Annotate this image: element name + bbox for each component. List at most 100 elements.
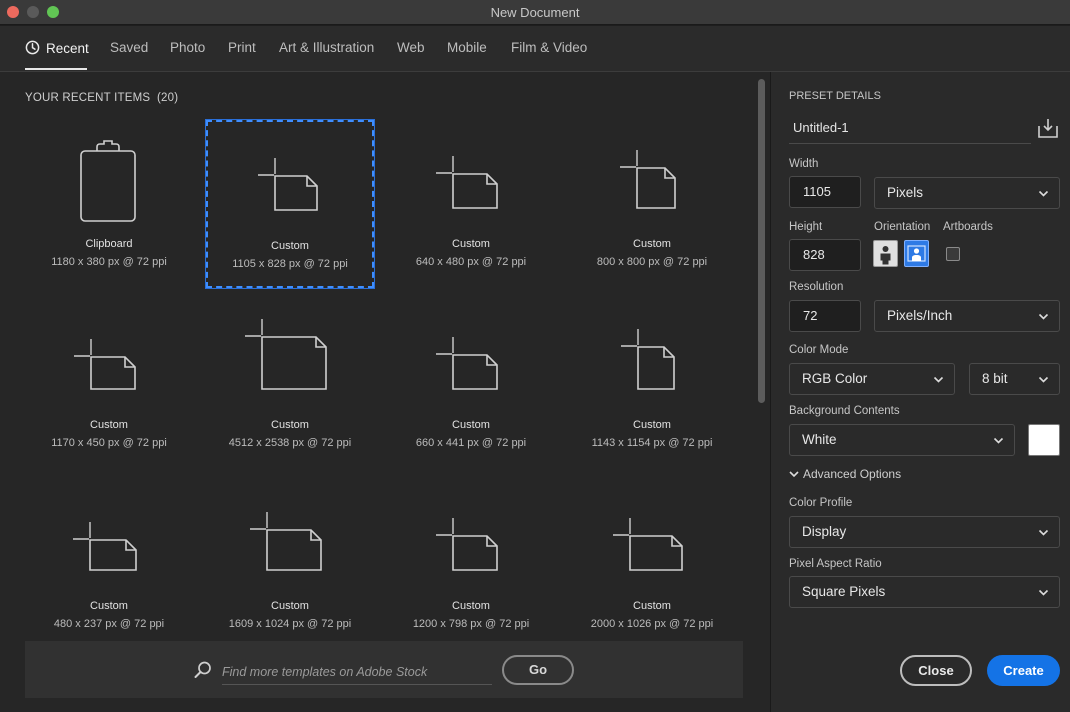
landscape-person-icon — [907, 245, 926, 262]
color-mode-select[interactable]: RGB Color — [789, 363, 955, 395]
scrollbar-thumb[interactable] — [758, 79, 765, 403]
tab-web[interactable]: Web — [397, 40, 425, 55]
resolution-unit-select[interactable]: Pixels/Inch — [874, 300, 1060, 332]
color-profile-label: Color Profile — [789, 497, 853, 509]
clipboard-icon — [80, 140, 136, 222]
chevron-down-icon — [1038, 529, 1049, 536]
background-contents-select[interactable]: White — [789, 424, 1015, 456]
color-profile-select[interactable]: Display — [789, 516, 1060, 548]
document-icon — [620, 150, 676, 209]
resolution-unit-value: Pixels/Inch — [887, 308, 953, 323]
color-profile-value: Display — [802, 524, 847, 539]
recent-item[interactable]: Custom 480 x 237 px @ 72 ppi — [25, 482, 193, 650]
advanced-options-toggle[interactable]: Advanced Options — [789, 467, 901, 481]
recent-item[interactable]: Custom 1143 x 1154 px @ 72 ppi — [568, 301, 736, 469]
recent-item-name: Custom — [90, 419, 128, 431]
landscape-orientation-button[interactable] — [904, 240, 929, 267]
resolution-input[interactable]: 72 — [789, 300, 861, 332]
tab-saved[interactable]: Saved — [110, 40, 148, 55]
pixel-aspect-ratio-label: Pixel Aspect Ratio — [789, 558, 882, 570]
color-mode-label: Color Mode — [789, 344, 849, 356]
chevron-down-icon — [1038, 376, 1049, 383]
document-icon — [245, 319, 327, 390]
background-color-swatch[interactable] — [1028, 424, 1060, 456]
pixel-aspect-ratio-select[interactable]: Square Pixels — [789, 576, 1060, 608]
height-label: Height — [789, 221, 823, 233]
recent-item[interactable]: Custom 1200 x 798 px @ 72 ppi — [387, 482, 555, 650]
tab-recent[interactable]: Recent — [25, 40, 89, 56]
recent-item-name: Custom — [633, 238, 671, 250]
document-icon — [436, 518, 498, 571]
recent-item[interactable]: Custom 1609 x 1024 px @ 72 ppi — [206, 482, 374, 650]
width-unit-select[interactable]: Pixels — [874, 177, 1060, 209]
recent-item-name: Custom — [633, 419, 671, 431]
recent-item[interactable]: Custom 1105 x 828 px @ 72 ppi — [205, 119, 375, 289]
recent-item-size: 4512 x 2538 px @ 72 ppi — [228, 437, 352, 449]
recent-item-size: 1200 x 798 px @ 72 ppi — [412, 618, 530, 630]
background-contents-label: Background Contents — [789, 405, 900, 417]
recent-item-name: Clipboard — [85, 238, 133, 250]
recent-item-name: Custom — [271, 600, 309, 612]
recent-item[interactable]: Custom 1170 x 450 px @ 72 ppi — [25, 301, 193, 469]
advanced-options-label: Advanced Options — [803, 467, 902, 481]
recent-item-size: 800 x 800 px @ 72 ppi — [596, 256, 708, 268]
document-icon — [621, 329, 675, 390]
stock-search-input[interactable] — [222, 659, 492, 685]
recent-item[interactable]: Clipboard 1180 x 380 px @ 72 ppi — [25, 120, 193, 288]
bit-depth-value: 8 bit — [982, 371, 1008, 386]
adobe-stock-search-bar: Go — [25, 641, 743, 698]
save-preset-icon[interactable] — [1037, 117, 1059, 139]
preset-details-panel: PRESET DETAILS Untitled-1 Width 1105 Pix… — [770, 72, 1070, 712]
chevron-down-icon — [1038, 190, 1049, 197]
recent-item[interactable]: Custom 640 x 480 px @ 72 ppi — [387, 120, 555, 288]
tab-art-illustration[interactable]: Art & Illustration — [279, 40, 374, 55]
tab-print[interactable]: Print — [228, 40, 256, 55]
width-input[interactable]: 1105 — [789, 176, 861, 208]
preset-details-heading: PRESET DETAILS — [789, 90, 881, 102]
portrait-orientation-button[interactable] — [873, 240, 898, 267]
document-icon — [436, 156, 498, 209]
document-icon — [613, 518, 683, 571]
recent-item-size: 1170 x 450 px @ 72 ppi — [51, 437, 167, 449]
recent-item-name: Custom — [452, 419, 490, 431]
create-button[interactable]: Create — [987, 655, 1060, 686]
recent-item-size: 660 x 441 px @ 72 ppi — [415, 437, 527, 449]
recent-item-size: 1143 x 1154 px @ 72 ppi — [591, 437, 713, 449]
background-contents-value: White — [802, 432, 837, 447]
artboards-checkbox[interactable] — [946, 247, 960, 261]
chevron-down-icon — [1038, 313, 1049, 320]
active-tab-indicator — [25, 68, 87, 70]
close-button[interactable]: Close — [900, 655, 972, 686]
document-name-field[interactable]: Untitled-1 — [789, 114, 1031, 144]
chevron-down-icon — [1038, 589, 1049, 596]
window-title: New Document — [490, 5, 580, 20]
recent-item[interactable]: Custom 4512 x 2538 px @ 72 ppi — [206, 301, 374, 469]
recent-item[interactable]: Custom 2000 x 1026 px @ 72 ppi — [568, 482, 736, 650]
chevron-down-icon — [993, 437, 1004, 444]
recent-item-size: 2000 x 1026 px @ 72 ppi — [590, 618, 714, 630]
pixel-aspect-ratio-value: Square Pixels — [802, 584, 886, 599]
document-icon — [436, 337, 498, 390]
height-input[interactable]: 828 — [789, 239, 861, 271]
recent-items-panel: YOUR RECENT ITEMS (20) Clipboard 1180 x 3… — [0, 72, 770, 712]
document-icon — [73, 522, 137, 571]
portrait-person-icon — [880, 246, 891, 265]
recent-items-title: YOUR RECENT ITEMS — [25, 92, 151, 104]
width-label: Width — [789, 158, 819, 170]
tab-film-video[interactable]: Film & Video — [511, 40, 587, 55]
tab-mobile[interactable]: Mobile — [447, 40, 487, 55]
artboards-label: Artboards — [943, 221, 993, 233]
width-unit-value: Pixels — [887, 185, 924, 200]
recent-item-size: 1105 x 828 px @ 72 ppi — [232, 258, 348, 270]
recent-item[interactable]: Custom 660 x 441 px @ 72 ppi — [387, 301, 555, 469]
recent-item-size: 640 x 480 px @ 72 ppi — [415, 256, 527, 268]
recent-item-name: Custom — [90, 600, 128, 612]
color-mode-value: RGB Color — [802, 371, 868, 386]
bit-depth-select[interactable]: 8 bit — [969, 363, 1060, 395]
tab-photo[interactable]: Photo — [170, 40, 205, 55]
title-bar: New Document — [0, 0, 1070, 25]
search-icon — [194, 661, 211, 678]
orientation-label: Orientation — [874, 221, 931, 233]
go-button[interactable]: Go — [502, 655, 574, 685]
recent-item[interactable]: Custom 800 x 800 px @ 72 ppi — [568, 120, 736, 288]
